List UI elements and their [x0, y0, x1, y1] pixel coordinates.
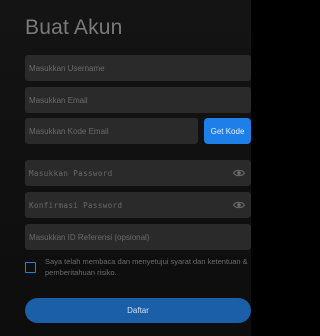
agreement-checkbox[interactable] — [25, 262, 36, 273]
agreement-row[interactable]: Saya telah membaca dan menyetujui syarat… — [25, 257, 251, 287]
submit-button[interactable]: Daftar — [25, 298, 251, 323]
get-code-button[interactable]: Get Kode — [204, 118, 251, 144]
confirm-password-field[interactable] — [25, 192, 251, 218]
eye-icon[interactable] — [233, 199, 245, 211]
email-code-field[interactable] — [25, 118, 198, 144]
email-code-input[interactable] — [25, 118, 198, 144]
password-field[interactable] — [25, 160, 251, 186]
eye-icon[interactable] — [233, 167, 245, 179]
username-input[interactable] — [25, 55, 251, 81]
email-input[interactable] — [25, 87, 251, 113]
email-field[interactable] — [25, 87, 251, 113]
confirm-password-input[interactable] — [25, 192, 251, 218]
register-screen: Buat Akun Get Kode Saya telah membaca da… — [0, 0, 251, 336]
agreement-text: Saya telah membaca dan menyetujui syarat… — [45, 257, 248, 277]
referral-field[interactable] — [25, 224, 251, 250]
referral-input[interactable] — [25, 224, 251, 250]
username-field[interactable] — [25, 55, 251, 81]
page-title: Buat Akun — [25, 16, 123, 39]
password-input[interactable] — [25, 160, 251, 186]
